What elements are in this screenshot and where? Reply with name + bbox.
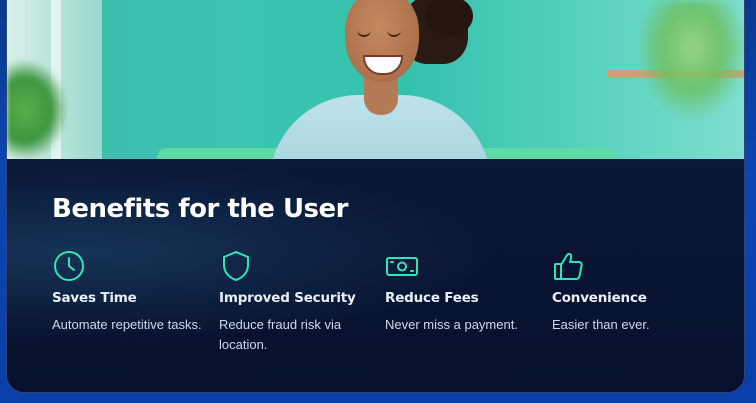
benefit-description: Automate repetitive tasks. bbox=[52, 317, 202, 332]
benefit-title: Saves Time bbox=[52, 290, 137, 306]
benefit-title: Improved Security bbox=[219, 290, 356, 306]
benefit-description: Never miss a payment. bbox=[385, 317, 518, 332]
benefit-description: Reduce fraud risk via location. bbox=[219, 317, 342, 352]
clock-icon bbox=[54, 251, 84, 281]
benefit-description: Easier than ever. bbox=[552, 317, 650, 332]
benefit-title: Reduce Fees bbox=[385, 290, 479, 306]
benefit-convenience: Convenience Easier than ever. bbox=[552, 249, 712, 335]
thumbs-up-icon bbox=[554, 253, 583, 280]
section-title: Benefits for the User bbox=[52, 194, 349, 224]
hero-image bbox=[7, 0, 744, 159]
benefit-title: Convenience bbox=[552, 290, 647, 306]
benefit-saves-time: Saves Time Automate repetitive tasks. bbox=[52, 249, 212, 335]
benefit-improved-security: Improved Security Reduce fraud risk via … bbox=[219, 249, 359, 355]
plant-illustration bbox=[7, 60, 67, 159]
plant-illustration bbox=[637, 0, 744, 120]
benefits-panel: Benefits for the User Saves Time Automat… bbox=[7, 159, 744, 392]
banknote-icon bbox=[386, 257, 418, 276]
shield-icon bbox=[223, 251, 249, 281]
benefits-card: Benefits for the User Saves Time Automat… bbox=[6, 0, 745, 393]
benefit-reduce-fees: Reduce Fees Never miss a payment. bbox=[385, 249, 545, 335]
